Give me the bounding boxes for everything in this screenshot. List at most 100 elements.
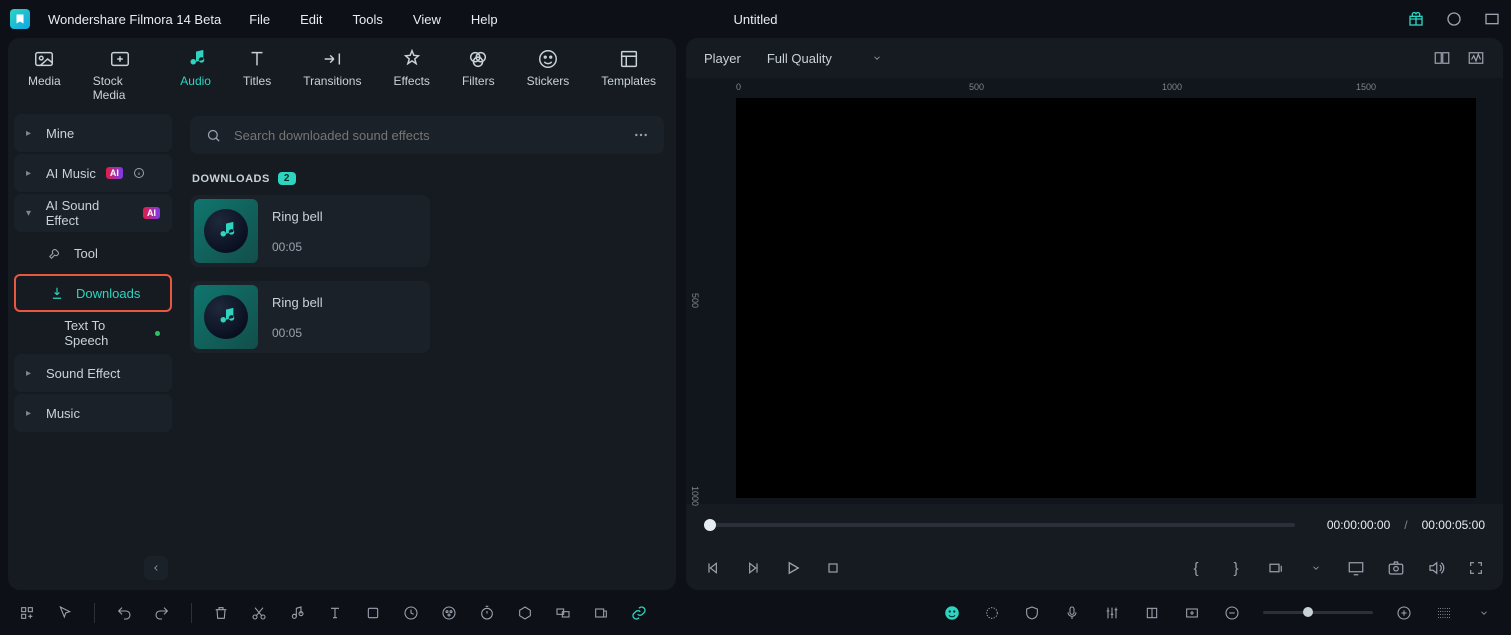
tab-filters[interactable]: Filters xyxy=(462,48,495,102)
time-sep: / xyxy=(1404,518,1407,532)
undo-button[interactable] xyxy=(115,604,133,622)
chevron-down-icon: ▾ xyxy=(26,208,36,219)
circle-icon[interactable] xyxy=(1445,10,1463,28)
ai-badge: AI xyxy=(106,167,123,179)
keyframe-icon[interactable] xyxy=(592,604,610,622)
transitions-icon xyxy=(321,48,343,70)
sidebar-item-aisound[interactable]: ▾AI Sound EffectAI xyxy=(14,194,172,232)
chevron-right-icon: ▸ xyxy=(26,408,36,419)
mark-in-button[interactable]: { xyxy=(1187,559,1205,577)
play-button[interactable] xyxy=(784,559,802,577)
chevron-down-icon[interactable] xyxy=(1475,604,1493,622)
chevron-down-icon[interactable] xyxy=(1307,559,1325,577)
asset-tabs: Media Stock Media Audio Titles Transitio… xyxy=(8,38,676,108)
redo-button[interactable] xyxy=(153,604,171,622)
search-input[interactable] xyxy=(234,128,620,143)
audio-card[interactable]: Ring bell 00:05 xyxy=(190,281,430,353)
seek-knob[interactable] xyxy=(704,519,716,531)
ai-assistant-icon[interactable] xyxy=(943,604,961,622)
preview-canvas[interactable] xyxy=(736,98,1476,498)
zoom-in-button[interactable] xyxy=(1395,604,1413,622)
separator xyxy=(191,603,192,623)
audio-duration: 00:05 xyxy=(272,326,323,340)
separator xyxy=(94,603,95,623)
waveform-icon[interactable] xyxy=(1467,49,1485,67)
stickers-icon xyxy=(537,48,559,70)
sidebar-item-mine[interactable]: ▸Mine xyxy=(14,114,172,152)
window-icon[interactable] xyxy=(1483,10,1501,28)
tab-effects[interactable]: Effects xyxy=(393,48,429,102)
mask-icon[interactable] xyxy=(516,604,534,622)
color-icon[interactable] xyxy=(440,604,458,622)
templates-icon xyxy=(618,48,640,70)
beat-icon[interactable] xyxy=(288,604,306,622)
tab-media[interactable]: Media xyxy=(28,48,61,102)
gift-icon[interactable] xyxy=(1407,10,1425,28)
seek-bar[interactable] xyxy=(704,523,1295,527)
text-icon[interactable] xyxy=(326,604,344,622)
mixer-icon[interactable] xyxy=(1103,604,1121,622)
cut-button[interactable] xyxy=(250,604,268,622)
pointer-icon[interactable] xyxy=(56,604,74,622)
audio-card[interactable]: Ring bell00:05 xyxy=(190,195,430,267)
shield-icon[interactable] xyxy=(1023,604,1041,622)
sidebar-item-downloads[interactable]: Downloads xyxy=(14,274,172,312)
fullscreen-button[interactable] xyxy=(1467,559,1485,577)
audio-title: Ring bell xyxy=(272,209,323,224)
next-frame-button[interactable] xyxy=(744,559,762,577)
filters-icon xyxy=(467,48,489,70)
add-marker-icon[interactable] xyxy=(1183,604,1201,622)
menu-edit[interactable]: Edit xyxy=(300,12,322,27)
volume-button[interactable] xyxy=(1427,559,1445,577)
effects-tool-icon[interactable] xyxy=(983,604,1001,622)
app-title: Wondershare Filmora 14 Beta xyxy=(48,12,221,27)
zoom-slider[interactable] xyxy=(1263,611,1373,614)
menu-file[interactable]: File xyxy=(249,12,270,27)
audio-thumbnail xyxy=(194,285,258,349)
search-bar[interactable] xyxy=(190,116,664,154)
mic-icon[interactable] xyxy=(1063,604,1081,622)
sidebar-item-tts[interactable]: Text To Speech xyxy=(14,314,172,352)
collapse-sidebar-button[interactable] xyxy=(144,556,168,580)
more-icon[interactable] xyxy=(632,126,650,144)
sidebar-item-soundeffect[interactable]: ▸Sound Effect xyxy=(14,354,172,392)
delete-button[interactable] xyxy=(212,604,230,622)
snapshot-button[interactable] xyxy=(1387,559,1405,577)
menu-help[interactable]: Help xyxy=(471,12,498,27)
timeline-view-icon[interactable] xyxy=(1435,604,1453,622)
main-menu: File Edit Tools View Help xyxy=(249,12,497,27)
marker-icon[interactable] xyxy=(1143,604,1161,622)
player-label: Player xyxy=(704,51,741,66)
tab-audio[interactable]: Audio xyxy=(180,48,211,102)
stop-button[interactable] xyxy=(824,559,842,577)
tab-titles[interactable]: Titles xyxy=(243,48,271,102)
crop-icon[interactable] xyxy=(364,604,382,622)
prev-frame-button[interactable] xyxy=(704,559,722,577)
tab-stock[interactable]: Stock Media xyxy=(93,48,149,102)
tab-stickers[interactable]: Stickers xyxy=(527,48,570,102)
quality-select[interactable]: Full Quality xyxy=(767,51,882,66)
display-button[interactable] xyxy=(1347,559,1365,577)
menu-tools[interactable]: Tools xyxy=(353,12,383,27)
speed-icon[interactable] xyxy=(402,604,420,622)
tab-templates[interactable]: Templates xyxy=(601,48,656,102)
time-total: 00:00:05:00 xyxy=(1422,518,1485,532)
zoom-knob[interactable] xyxy=(1303,607,1313,617)
ratio-button[interactable] xyxy=(1267,559,1285,577)
group-icon[interactable] xyxy=(554,604,572,622)
zoom-out-button[interactable] xyxy=(1223,604,1241,622)
menu-view[interactable]: View xyxy=(413,12,441,27)
grid-view-icon[interactable] xyxy=(1433,49,1451,67)
sidebar-item-tool[interactable]: Tool xyxy=(14,234,172,272)
sidebar-item-aimusic[interactable]: ▸AI MusicAI xyxy=(14,154,172,192)
status-dot-icon xyxy=(155,331,160,336)
timer-icon[interactable] xyxy=(478,604,496,622)
mark-out-button[interactable]: } xyxy=(1227,559,1245,577)
effects-icon xyxy=(401,48,423,70)
sidebar-item-music[interactable]: ▸Music xyxy=(14,394,172,432)
link-icon[interactable] xyxy=(630,604,648,622)
media-icon xyxy=(33,48,55,70)
tab-transitions[interactable]: Transitions xyxy=(303,48,361,102)
audio-title: Ring bell xyxy=(272,295,323,310)
add-keyframe-icon[interactable] xyxy=(18,604,36,622)
